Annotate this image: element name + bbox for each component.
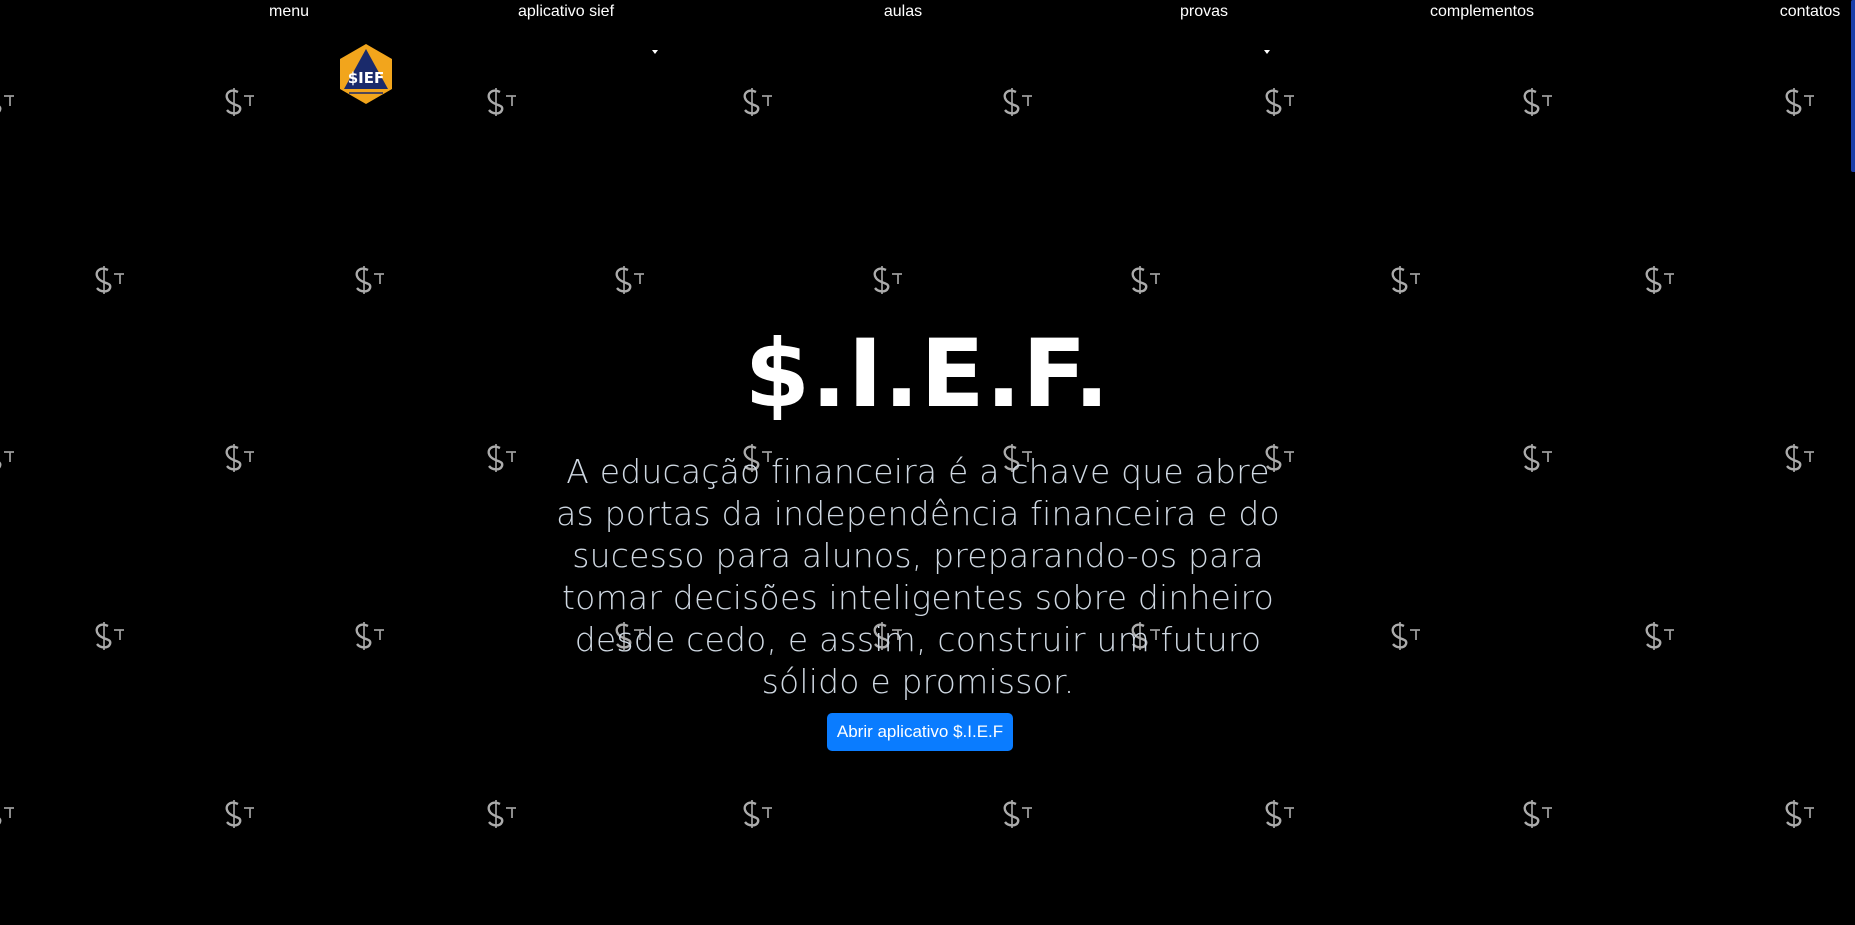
- dollar-key-motif-icon: [1762, 444, 1826, 472]
- dollar-key-motif-icon: [1762, 800, 1826, 828]
- hero-description: A educação financeira é a chave que abre…: [556, 452, 1280, 701]
- dollar-key-motif-icon: [202, 88, 266, 116]
- dollar-key-motif-icon: [464, 800, 528, 828]
- dollar-key-motif-icon: [72, 622, 136, 650]
- scroll-indicator[interactable]: [1851, 0, 1855, 172]
- dollar-key-motif-icon: [332, 266, 396, 294]
- nav-item-aplicativo-sief[interactable]: aplicativo sief: [518, 3, 614, 21]
- dollar-key-motif-icon: [1242, 800, 1306, 828]
- dollar-key-motif-icon: [720, 800, 784, 828]
- dollar-key-motif-icon: [720, 88, 784, 116]
- dollar-key-motif-icon: [1368, 266, 1432, 294]
- dollar-key-motif-icon: [202, 444, 266, 472]
- nav-item-contatos[interactable]: contatos: [1780, 3, 1840, 21]
- nav-item-aulas[interactable]: aulas: [884, 3, 922, 21]
- open-app-button[interactable]: Abrir aplicativo $.I.E.F: [827, 713, 1013, 751]
- nav-item-menu[interactable]: menu: [269, 3, 309, 21]
- hero-title: $.I.E.F.: [744, 320, 1111, 429]
- dollar-key-motif-icon: [0, 807, 26, 825]
- dollar-key-motif-icon: [72, 266, 136, 294]
- dollar-key-motif-icon: [0, 95, 26, 113]
- dollar-key-motif-icon: [1500, 88, 1564, 116]
- dollar-key-motif-icon: [980, 800, 1044, 828]
- dollar-key-motif-icon: [980, 88, 1044, 116]
- dollar-key-motif-icon: [1500, 800, 1564, 828]
- dollar-key-motif-icon: [1622, 622, 1686, 650]
- dollar-key-motif-icon: [1242, 88, 1306, 116]
- nav-item-provas[interactable]: provas: [1180, 3, 1228, 21]
- dollar-key-motif-icon: [464, 88, 528, 116]
- dollar-key-motif-icon: [332, 622, 396, 650]
- aplicativo-sief-dropdown-caret-icon[interactable]: [652, 50, 658, 54]
- dollar-key-motif-icon: [1500, 444, 1564, 472]
- dollar-key-motif-icon: [1762, 88, 1826, 116]
- dollar-key-motif-icon: [592, 266, 656, 294]
- sief-logo[interactable]: $IEF: [337, 43, 395, 105]
- dollar-key-motif-icon: [1622, 266, 1686, 294]
- sief-hexagon-logo-icon: $IEF: [340, 44, 392, 104]
- dollar-key-motif-icon: [1368, 622, 1432, 650]
- logo-text: $IEF: [348, 69, 385, 87]
- dollar-key-motif-icon: [0, 451, 26, 469]
- dollar-key-motif-icon: [850, 266, 914, 294]
- nav-item-complementos[interactable]: complementos: [1430, 3, 1534, 21]
- page: menu aplicativo sief aulas provas comple…: [0, 0, 1855, 925]
- dollar-key-motif-icon: [202, 800, 266, 828]
- dollar-key-motif-icon: [1108, 266, 1172, 294]
- provas-dropdown-caret-icon[interactable]: [1264, 50, 1270, 54]
- dollar-key-motif-icon: [464, 444, 528, 472]
- top-nav: menu aplicativo sief aulas provas comple…: [0, 0, 1855, 26]
